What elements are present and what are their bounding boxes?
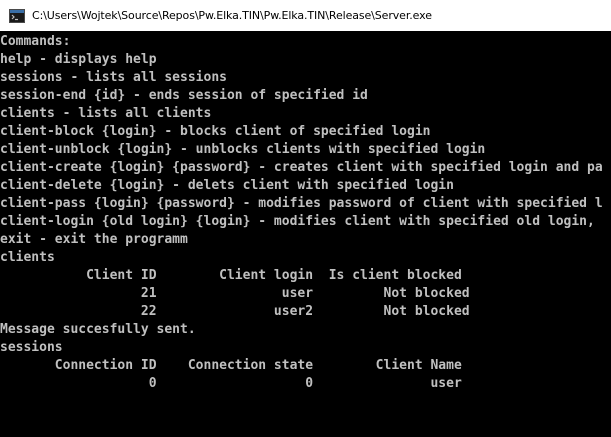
console-output[interactable]: Commands: help - displays help sessions … xyxy=(0,33,611,437)
window-title: C:\Users\Wojtek\Source\Repos\Pw.Elka.TIN… xyxy=(32,9,432,22)
clients-table-header: Client ID Client login Is client blocked xyxy=(0,268,462,283)
console-line: Commands: xyxy=(0,34,71,49)
console-line: exit - exit the programm xyxy=(0,232,188,247)
console-line: client-unblock {login} - unblocks client… xyxy=(0,142,486,157)
console-line: help - displays help xyxy=(0,52,157,67)
console-line: clients - lists all clients xyxy=(0,106,212,121)
clients-table-row: 22 user2 Not blocked xyxy=(0,304,470,319)
sessions-table-row: 0 0 user xyxy=(0,376,462,391)
clients-table-row: 21 user Not blocked xyxy=(0,286,470,301)
sessions-table-header: Connection ID Connection state Client Na… xyxy=(0,358,462,373)
console-line: client-create {login} {password} - creat… xyxy=(0,160,603,175)
title-bar[interactable]: C:\Users\Wojtek\Source\Repos\Pw.Elka.TIN… xyxy=(0,0,611,31)
console-line: client-pass {login} {password} - modifie… xyxy=(0,196,603,211)
console-line: sessions - lists all sessions xyxy=(0,70,227,85)
console-line: session-end {id} - ends session of speci… xyxy=(0,88,368,103)
console-line: client-block {login} - blocks client of … xyxy=(0,124,431,139)
console-window: C:\Users\Wojtek\Source\Repos\Pw.Elka.TIN… xyxy=(0,0,611,437)
console-app-icon xyxy=(9,8,25,23)
console-line: Message succesfully sent. xyxy=(0,322,196,337)
console-line: client-delete {login} - delets client wi… xyxy=(0,178,454,193)
console-line: sessions xyxy=(0,340,63,355)
console-line: clients xyxy=(0,250,55,265)
console-line: client-login {old login} {login} - modif… xyxy=(0,214,595,229)
